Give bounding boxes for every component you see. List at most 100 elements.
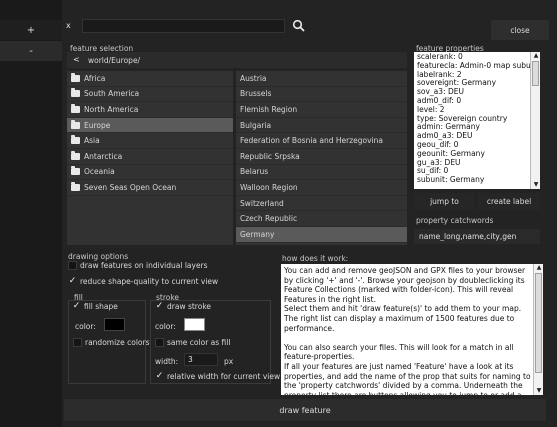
feature-item[interactable]: Bornholm (236, 243, 407, 245)
folder-icon (71, 72, 80, 82)
help-text: You can add and remove geoJSON and GPX f… (284, 266, 531, 395)
feature-item[interactable]: Austria (236, 71, 407, 87)
folder-icon (71, 181, 80, 191)
draw-stroke-option[interactable]: ✓ draw stroke (155, 302, 212, 312)
folder-item[interactable]: Oceania (67, 165, 233, 181)
feature-item[interactable]: Czech Republic (236, 211, 407, 227)
individual-layers-label: draw features on individual layers (80, 261, 208, 270)
folder-item[interactable]: North America (67, 102, 233, 118)
folder-item[interactable]: Seven Seas Open Ocean (67, 180, 233, 196)
feature-label: Bulgaria (240, 120, 272, 130)
relative-width-option[interactable]: ✓ relative width for current view (155, 372, 281, 382)
stroke-width-input[interactable] (184, 353, 218, 366)
feature-label: Belarus (240, 167, 269, 177)
help-title: how does it work: (282, 254, 349, 263)
folder-icon (71, 88, 80, 98)
feature-item[interactable]: Republic Srpska (236, 149, 407, 165)
folder-label: South America (84, 89, 140, 99)
close-button[interactable]: close (491, 20, 549, 40)
property-line: subunit: Germany (417, 175, 485, 185)
randomize-colors-label: randomize colors (85, 338, 150, 347)
folder-label: Oceania (84, 167, 115, 177)
reduce-quality-checkbox[interactable]: ✓ (68, 277, 77, 286)
feature-item[interactable]: Bulgaria (236, 118, 407, 134)
catchwords-title: property catchwords (416, 216, 494, 225)
catchwords-input[interactable] (414, 229, 540, 244)
feature-item[interactable]: Switzerland (236, 196, 407, 212)
side-panel (0, 0, 62, 427)
add-file-button[interactable]: + (0, 20, 62, 40)
scroll-down-icon[interactable]: ▼ (531, 181, 540, 189)
drawing-options-title: drawing options (68, 252, 129, 261)
feature-label: Brussels (240, 89, 272, 99)
individual-layers-option[interactable]: draw features on individual layers (68, 261, 208, 270)
stroke-width-unit: px (224, 357, 234, 366)
folder-icon (71, 135, 80, 145)
feature-label: Flemish Region (240, 104, 298, 114)
draw-stroke-label: draw stroke (167, 302, 212, 311)
folder-label: Asia (84, 136, 100, 146)
feature-item[interactable]: Federation of Bosnia and Herzegovina (236, 133, 407, 149)
search-input[interactable] (82, 19, 285, 33)
relative-width-label: relative width for current view (167, 372, 281, 381)
folder-item[interactable]: South America (67, 87, 233, 103)
remove-file-button[interactable]: - (0, 41, 62, 61)
fill-color-swatch[interactable] (104, 318, 125, 331)
feature-label: Switzerland (240, 198, 284, 208)
reduce-quality-option[interactable]: ✓ reduce shape-quality to current view (68, 277, 219, 287)
fill-shape-label: fill shape (84, 302, 118, 311)
stroke-color-label: color: (155, 322, 176, 331)
folder-item[interactable]: Europe (67, 117, 233, 134)
feature-item[interactable]: Belarus (236, 165, 407, 181)
feature-label: Germany (240, 229, 275, 239)
jump-to-button[interactable]: jump to (414, 193, 475, 210)
folder-icon (71, 166, 80, 176)
feature-item[interactable]: Germany (236, 226, 407, 243)
create-label-button[interactable]: create label (478, 193, 540, 210)
fill-shape-checkbox[interactable]: ✓ (72, 302, 81, 311)
folder-list: Africa South America North America Europe As… (67, 71, 233, 245)
help-scrollbar[interactable]: ▲ ▼ (533, 264, 543, 395)
feature-label: Federation of Bosnia and Herzegovina (240, 136, 383, 146)
help-scroll-down-icon[interactable]: ▼ (534, 387, 543, 395)
feature-item[interactable]: Flemish Region (236, 102, 407, 118)
folder-label: Africa (84, 73, 106, 83)
folder-item[interactable]: Africa (67, 71, 233, 87)
scroll-up-icon[interactable]: ▲ (531, 52, 540, 60)
randomize-colors-checkbox[interactable] (73, 338, 82, 347)
reduce-quality-label: reduce shape-quality to current view (80, 277, 219, 286)
fill-color-label: color: (75, 322, 96, 331)
draw-stroke-checkbox[interactable]: ✓ (155, 302, 164, 311)
folder-label: North America (84, 104, 139, 114)
randomize-colors-option[interactable]: randomize colors (73, 338, 149, 347)
feature-label: Republic Srpska (240, 151, 300, 161)
folder-label: Seven Seas Open Ocean (84, 182, 177, 192)
folder-icon (71, 150, 80, 160)
help-scroll-thumb[interactable] (535, 273, 542, 373)
fill-shape-option[interactable]: ✓ fill shape (72, 302, 118, 312)
feature-item[interactable]: Brussels (236, 87, 407, 103)
folder-item[interactable]: Antarctica (67, 149, 233, 165)
feature-item[interactable]: Walloon Region (236, 180, 407, 196)
scroll-thumb[interactable] (532, 61, 539, 86)
draw-feature-button[interactable]: draw feature (64, 399, 546, 421)
back-button[interactable]: < (73, 55, 80, 64)
search-icon[interactable] (292, 19, 306, 33)
relative-width-checkbox[interactable]: ✓ (155, 372, 164, 381)
folder-icon (71, 103, 80, 113)
feature-label: Czech Republic (240, 214, 298, 224)
same-color-checkbox[interactable] (155, 338, 164, 347)
help-textbox[interactable]: You can add and remove geoJSON and GPX f… (281, 264, 543, 395)
folder-item[interactable]: Asia (67, 133, 233, 149)
feature-list: Austria Brussels Flemish Region Bulgaria Fed… (236, 71, 407, 245)
folder-label: Antarctica (84, 151, 123, 161)
properties-scrollbar[interactable]: ▲ ▼ (530, 52, 540, 189)
individual-layers-checkbox[interactable] (68, 261, 77, 270)
same-color-option[interactable]: same color as fill (155, 338, 230, 347)
folder-icon (71, 119, 80, 129)
search-clear-button[interactable]: x (66, 21, 76, 33)
help-scroll-up-icon[interactable]: ▲ (534, 264, 543, 272)
folder-label: Europe (84, 120, 111, 130)
path-label: world/Europe/ (88, 56, 141, 65)
stroke-color-swatch[interactable] (184, 318, 205, 331)
